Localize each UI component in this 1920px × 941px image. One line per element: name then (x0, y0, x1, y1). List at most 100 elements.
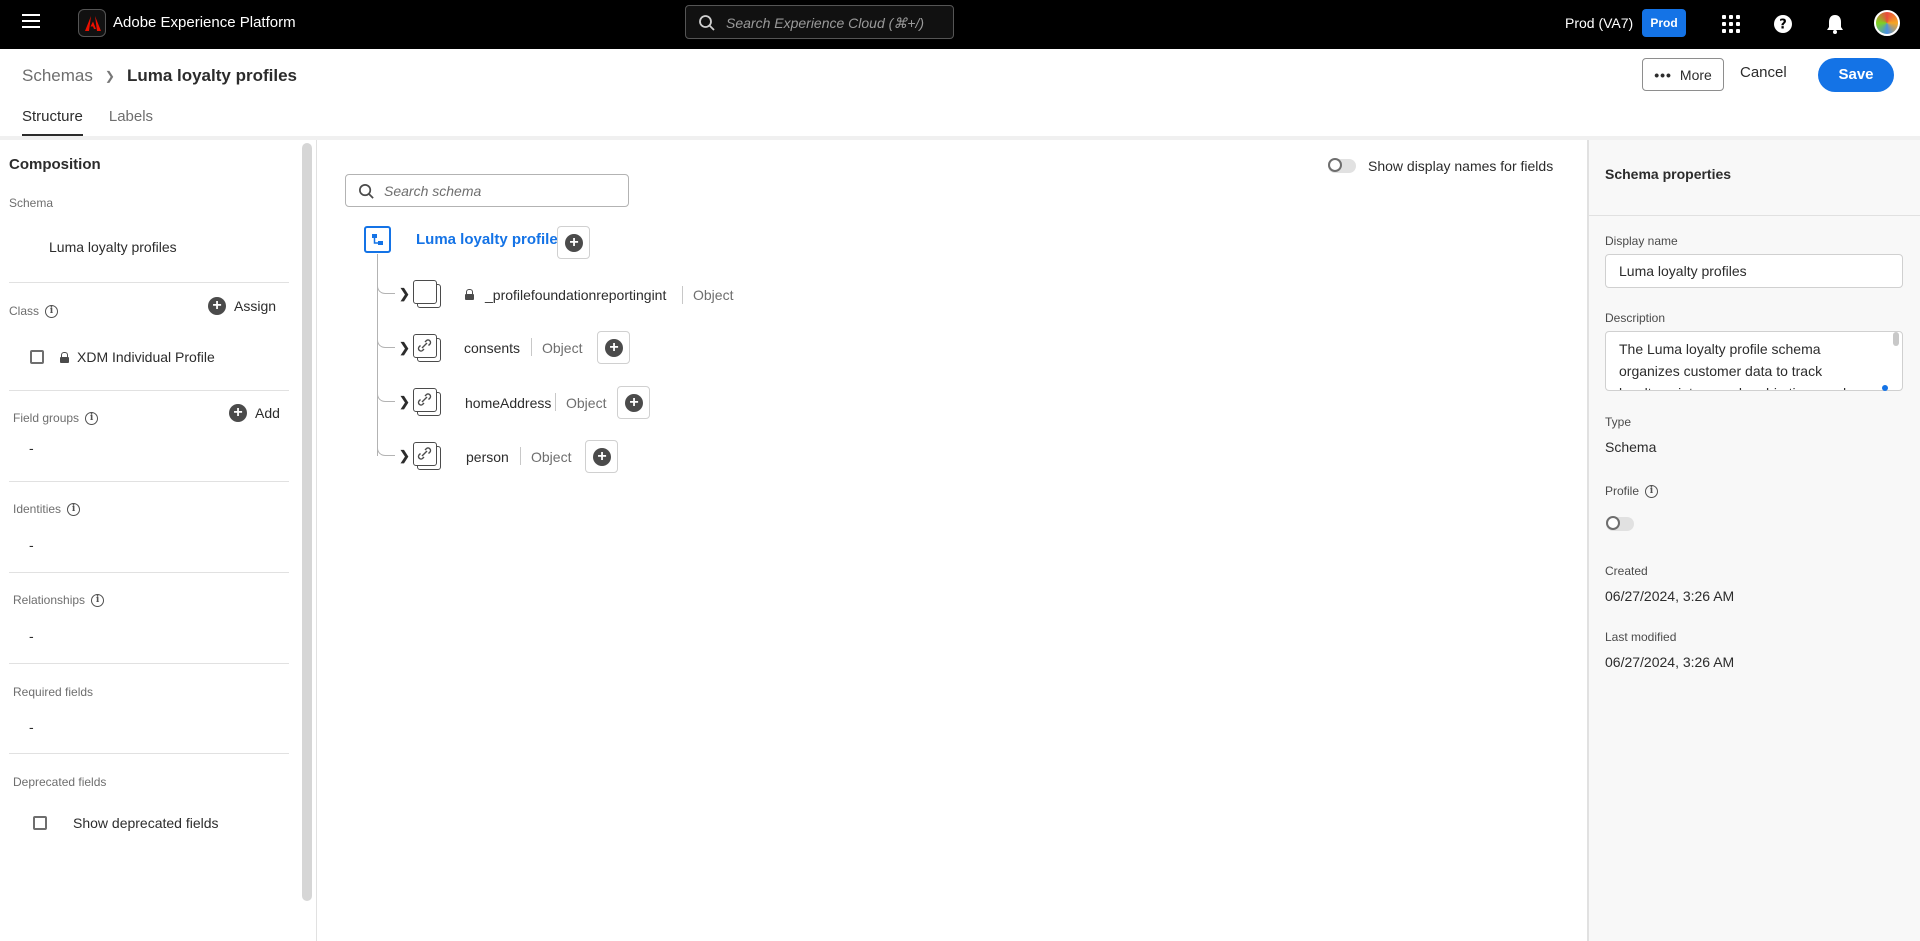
expand-chevron-icon[interactable]: ❯ (399, 286, 410, 302)
display-names-toggle[interactable] (1328, 158, 1356, 173)
field-type: Object (531, 449, 572, 465)
display-name-input[interactable]: Luma loyalty profiles (1605, 254, 1903, 288)
more-button[interactable]: ••• More (1642, 58, 1724, 91)
breadcrumb-schemas-link[interactable]: Schemas (22, 66, 93, 86)
required-fields-section-label: Required fields (13, 685, 93, 699)
help-icon[interactable]: ? (1772, 13, 1794, 35)
page-title: Luma loyalty profiles (126, 66, 297, 85)
schema-section-label: Schema (9, 196, 53, 210)
tree-connector (377, 442, 395, 456)
add-circle-icon: + (625, 394, 643, 412)
profile-toggle[interactable] (1606, 516, 1634, 531)
tree-connector (377, 388, 395, 402)
notifications-bell-icon[interactable] (1824, 13, 1846, 35)
divider (9, 481, 289, 482)
divider (9, 572, 289, 573)
created-label: Created (1605, 564, 1648, 578)
description-textarea[interactable]: The Luma loyalty profile schema organize… (1605, 331, 1903, 391)
info-icon[interactable]: i (85, 411, 99, 425)
schema-name[interactable]: Luma loyalty profiles (49, 239, 177, 255)
menu-icon[interactable] (22, 14, 40, 30)
display-names-toggle-label[interactable]: Show display names for fields (1368, 158, 1553, 174)
user-avatar[interactable] (1874, 10, 1900, 36)
divider (9, 390, 289, 391)
field-separator (520, 447, 521, 465)
created-label-text: Created (1605, 564, 1648, 578)
add-field-button[interactable]: + (617, 386, 650, 419)
description-scrollbar[interactable] (1893, 332, 1899, 346)
field-groups-section-label: Field groups i (13, 411, 99, 425)
apps-grid-icon[interactable] (1720, 13, 1742, 35)
field-name[interactable]: person (466, 449, 509, 465)
field-name[interactable]: _profilefoundationreportingint (485, 287, 666, 303)
profile-label-text: Profile (1605, 484, 1640, 498)
divider (9, 282, 289, 283)
field-name[interactable]: consents (464, 340, 520, 356)
field-groups-label-text: Field groups (13, 411, 80, 425)
environment-badge[interactable]: Prod (1642, 9, 1686, 37)
assign-class-button[interactable]: + Assign (208, 297, 276, 315)
class-item[interactable]: XDM Individual Profile (30, 349, 215, 365)
assign-label: Assign (234, 298, 277, 314)
more-dots-icon: ••• (1654, 66, 1672, 83)
app-title[interactable]: Adobe Experience Platform (113, 14, 296, 31)
type-label: Type (1605, 415, 1631, 429)
expand-chevron-icon[interactable]: ❯ (399, 394, 410, 410)
schema-root-icon[interactable] (364, 226, 391, 253)
more-button-label: More (1679, 66, 1712, 83)
search-icon (699, 15, 715, 31)
deprecated-fields-section-label: Deprecated fields (13, 775, 106, 789)
divider (1589, 215, 1920, 216)
info-icon[interactable]: i (91, 593, 105, 607)
sandbox-switcher[interactable]: Prod (VA7) (1565, 15, 1633, 31)
chevron-right-icon: ❯ (104, 69, 115, 83)
add-field-button[interactable]: + (597, 331, 630, 364)
show-deprecated-checkbox[interactable] (33, 816, 47, 830)
info-icon[interactable]: i (45, 304, 59, 318)
deprecated-fields-label-text: Deprecated fields (13, 775, 107, 789)
global-search-input[interactable]: Search Experience Cloud (⌘+/) (685, 5, 954, 39)
expand-chevron-icon[interactable]: ❯ (399, 448, 410, 464)
adobe-logo-icon[interactable] (78, 9, 106, 37)
save-button[interactable]: Save (1818, 58, 1894, 92)
tab-list: Structure Labels (22, 108, 153, 136)
info-icon[interactable]: i (67, 502, 81, 516)
field-name[interactable]: homeAddress (465, 395, 551, 411)
description-label: Description (1605, 311, 1665, 325)
composition-scrollbar[interactable] (302, 143, 312, 901)
add-circle-icon: + (229, 404, 247, 422)
global-search-placeholder: Search Experience Cloud (⌘+/) (726, 15, 925, 31)
class-checkbox[interactable] (30, 350, 44, 364)
class-section-label: Class i (9, 304, 59, 318)
class-name[interactable]: XDM Individual Profile (77, 349, 215, 365)
identities-value: - (29, 537, 34, 553)
type-value: Schema (1605, 439, 1657, 455)
divider (9, 663, 289, 664)
show-deprecated-fields[interactable]: Show deprecated fields (33, 815, 219, 831)
expand-chevron-icon[interactable]: ❯ (399, 340, 410, 356)
resize-handle[interactable] (1882, 385, 1888, 391)
relationships-label-text: Relationships (13, 593, 86, 607)
search-icon (359, 184, 374, 199)
field-separator (531, 338, 532, 356)
tab-structure[interactable]: Structure (22, 108, 83, 136)
type-label-text: Type (1605, 415, 1632, 429)
tree-connector (377, 334, 395, 348)
tab-labels[interactable]: Labels (109, 108, 153, 136)
add-field-group-button[interactable]: + Add (229, 404, 280, 422)
schema-root-name[interactable]: Luma loyalty profiles (416, 231, 566, 248)
schema-label-text: Schema (9, 196, 54, 210)
identities-section-label: Identities i (13, 502, 81, 516)
add-circle-icon: + (593, 448, 611, 466)
linked-object-icon (413, 442, 441, 470)
info-icon[interactable]: i (1645, 484, 1659, 498)
add-field-button[interactable]: + (585, 440, 618, 473)
show-deprecated-label[interactable]: Show deprecated fields (73, 815, 219, 831)
cancel-button[interactable]: Cancel (1740, 64, 1787, 81)
breadcrumb: Schemas ❯ Luma loyalty profiles (22, 66, 297, 86)
schema-search-input[interactable]: Search schema (345, 174, 629, 207)
field-separator (555, 393, 556, 411)
add-field-button[interactable]: + (557, 226, 590, 259)
divider (9, 753, 289, 754)
lock-icon (60, 351, 69, 363)
